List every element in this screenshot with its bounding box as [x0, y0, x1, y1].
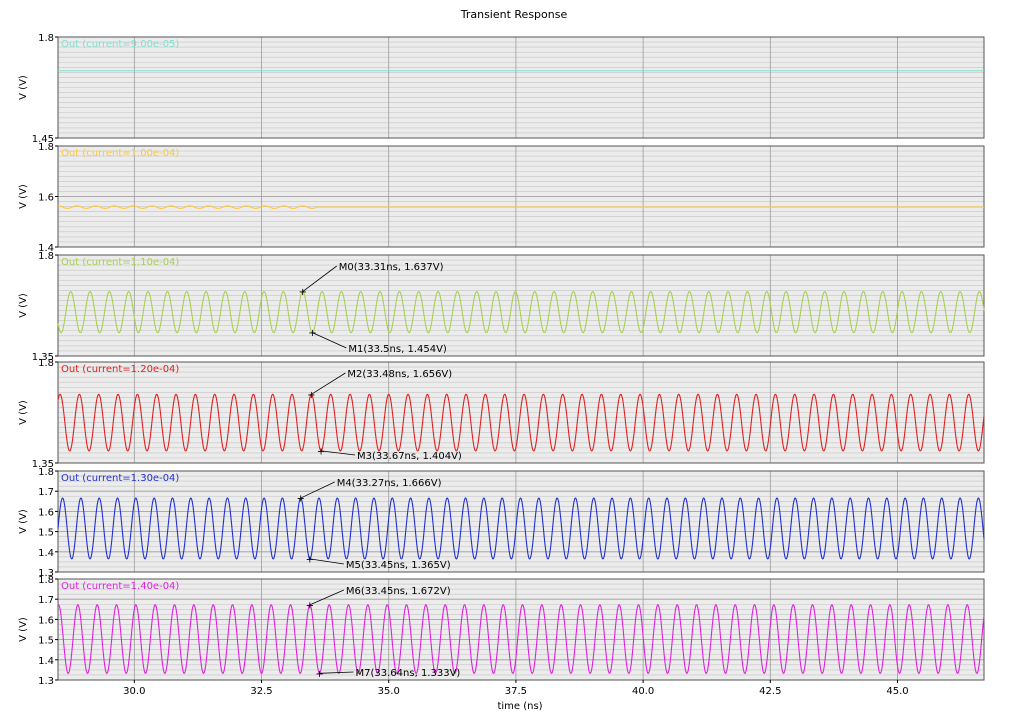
- marker-label: M1(33.5ns, 1.454V): [348, 344, 447, 355]
- x-axis: 30.0 32.5 35.0 37.5 40.0 42.5 45.0: [123, 680, 909, 697]
- transient-response-chart: Transient Response 1.8 1.45 V (V) Out (curr…: [0, 0, 1024, 718]
- y-tick-label: 1.8: [38, 467, 54, 478]
- y-tick-label: 1.5: [38, 636, 54, 647]
- y-tick-label: 1.7: [38, 595, 54, 606]
- series-legend-label: Out (current=9.00e-05): [61, 39, 179, 50]
- marker-point: +: [315, 669, 323, 680]
- panel-4: 1.81.71.61.51.41.3V (V)Out (current=1.30…: [18, 467, 985, 579]
- y-tick-label: 1.6: [38, 507, 54, 518]
- marker-point: +: [317, 446, 325, 457]
- y-tick-label: 1.6: [38, 193, 54, 204]
- marker-label: M7(33.64ns, 1.333V): [356, 668, 461, 679]
- y-tick-label: 1.4: [38, 656, 54, 667]
- x-tick-label: 32.5: [250, 686, 272, 697]
- panel-1: 1.81.61.4V (V)Out (current=1.00e-04): [18, 142, 985, 254]
- panel-5: 1.8 1.7 1.6 1.5 1.4 1.3 V (V) Out (current=1.40…: [18, 575, 985, 687]
- marker-point: +: [306, 554, 314, 565]
- marker-point: +: [306, 600, 314, 611]
- y-tick-label: 1.6: [38, 615, 54, 626]
- panel-grid: [58, 361, 984, 464]
- x-tick-label: 35.0: [378, 686, 400, 697]
- y-axis-label: V (V): [18, 184, 29, 209]
- y-axis-label: V (V): [18, 509, 29, 534]
- panel-grid: [58, 470, 984, 573]
- marker-label: M3(33.67ns, 1.404V): [357, 451, 462, 462]
- x-tick-label: 37.5: [505, 686, 527, 697]
- marker-point: +: [308, 328, 316, 339]
- marker-label: M4(33.27ns, 1.666V): [337, 478, 442, 489]
- series-legend-label: Out (current=1.00e-04): [61, 148, 179, 159]
- y-axis-label: V (V): [18, 400, 29, 425]
- y-tick-label: 1.5: [38, 528, 54, 539]
- marker-label: M0(33.31ns, 1.637V): [339, 262, 444, 273]
- panel-grid: [58, 578, 984, 681]
- x-tick-label: 30.0: [123, 686, 145, 697]
- series-legend-label: Out (current=1.10e-04): [61, 257, 179, 268]
- panel-3: 1.81.35V (V)Out (current=1.20e-04)+M2(33…: [18, 358, 985, 470]
- marker-label: M6(33.45ns, 1.672V): [346, 586, 451, 597]
- y-tick-label: 1.3: [38, 676, 54, 687]
- y-tick-label: 1.8: [38, 251, 54, 262]
- panel-2: 1.81.35V (V)Out (current=1.10e-04)+M0(33…: [18, 251, 985, 363]
- panel-grid: [58, 145, 984, 248]
- marker-point: +: [307, 390, 315, 401]
- panel-grid: [58, 254, 984, 357]
- y-tick-label: 1.8: [38, 33, 54, 44]
- marker-label: M2(33.48ns, 1.656V): [347, 369, 452, 380]
- marker-point: +: [299, 287, 307, 298]
- panel-0: 1.81.45V (V)Out (current=9.00e-05): [18, 33, 985, 145]
- y-axis-label: V (V): [18, 75, 29, 100]
- marker-label: M5(33.45ns, 1.365V): [346, 560, 451, 571]
- series-legend-label: Out (current=1.40e-04): [61, 581, 179, 592]
- x-axis-label: time (ns): [497, 701, 542, 712]
- y-tick-label: 1.8: [38, 358, 54, 369]
- panel-grid: [58, 36, 984, 139]
- x-tick-label: 45.0: [886, 686, 908, 697]
- y-tick-label: 1.8: [38, 575, 54, 586]
- series-legend-label: Out (current=1.30e-04): [61, 473, 179, 484]
- chart-title: Transient Response: [460, 8, 568, 21]
- x-tick-label: 42.5: [759, 686, 781, 697]
- y-axis-label: V (V): [18, 617, 29, 642]
- y-tick-label: 1.8: [38, 142, 54, 153]
- y-tick-label: 1.4: [38, 548, 54, 559]
- x-tick-label: 40.0: [632, 686, 654, 697]
- panels-layer: 1.81.45V (V)Out (current=9.00e-05)1.81.6…: [18, 33, 985, 687]
- marker-point: +: [296, 494, 304, 505]
- chart-svg: Transient Response 1.81.45V (V)Out (curr…: [18, 8, 985, 712]
- series-legend-label: Out (current=1.20e-04): [61, 364, 179, 375]
- y-tick-label: 1.7: [38, 487, 54, 498]
- y-axis-label: V (V): [18, 293, 29, 318]
